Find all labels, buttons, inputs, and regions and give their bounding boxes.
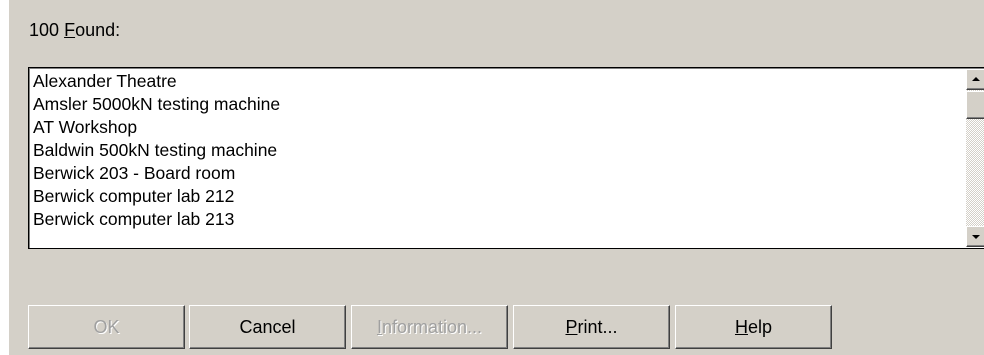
list-item[interactable]: Berwick computer lab 213: [33, 208, 234, 231]
results-listbox[interactable]: Alexander Theatre Amsler 5000kN testing …: [28, 67, 984, 249]
found-mnemonic: F: [64, 20, 76, 40]
list-item[interactable]: Berwick computer lab 212: [33, 185, 234, 208]
cancel-button[interactable]: Cancel: [189, 305, 346, 349]
results-list-items: Alexander Theatre Amsler 5000kN testing …: [29, 68, 965, 248]
scroll-down-button[interactable]: [966, 226, 984, 247]
list-item[interactable]: AT Workshop: [33, 116, 137, 139]
help-mnemonic: H: [734, 317, 748, 337]
information-button[interactable]: Information...: [351, 305, 508, 349]
list-item[interactable]: Berwick 203 - Board room: [33, 162, 235, 185]
list-item[interactable]: Amsler 5000kN testing machine: [33, 93, 280, 116]
print-mnemonic: P: [565, 317, 578, 337]
print-label: rint...: [577, 317, 618, 337]
found-count: 100: [29, 20, 60, 40]
scroll-up-button[interactable]: [966, 69, 984, 90]
print-button[interactable]: Print...: [513, 305, 670, 349]
help-label: elp: [747, 317, 773, 337]
information-label: nformation...: [381, 317, 483, 337]
found-count-label: 100 Found:: [29, 20, 120, 41]
help-button[interactable]: Help: [675, 305, 832, 349]
ok-label: OK: [93, 317, 120, 337]
arrow-up-icon: [972, 77, 980, 81]
arrow-down-icon: [972, 235, 980, 239]
list-item[interactable]: Baldwin 500kN testing machine: [33, 139, 277, 162]
found-label-text: ound:: [75, 20, 121, 40]
list-item[interactable]: Alexander Theatre: [33, 70, 177, 93]
vertical-scrollbar[interactable]: [966, 69, 984, 247]
cancel-label: Cancel: [239, 317, 296, 337]
search-results-dialog: 100 Found: Alexander Theatre Amsler 5000…: [9, 0, 984, 355]
ok-button[interactable]: OK: [28, 305, 185, 349]
scroll-thumb[interactable]: [966, 91, 984, 119]
